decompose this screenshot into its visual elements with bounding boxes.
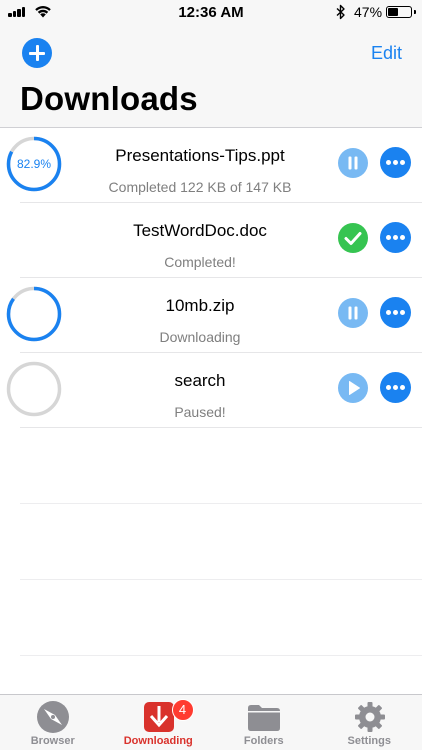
download-row[interactable]: TestWordDoc.doc Completed!	[0, 203, 422, 278]
bluetooth-icon	[336, 4, 345, 20]
download-row[interactable]: search Paused!	[0, 353, 422, 428]
downloading-badge: 4	[171, 699, 194, 721]
empty-row	[0, 580, 422, 656]
tab-settings[interactable]: Settings	[317, 695, 422, 750]
status-bar: 12:36 AM 47%	[0, 0, 422, 24]
download-row[interactable]: 82.9% Presentations-Tips.ppt Completed 1…	[0, 128, 422, 203]
more-icon	[386, 310, 391, 315]
tab-folders[interactable]: Folders	[211, 695, 317, 750]
plus-circle-icon[interactable]	[22, 38, 52, 68]
more-options-button[interactable]	[380, 372, 411, 403]
tab-bar: Browser 4 Downloading Folders Settings	[0, 694, 422, 750]
edit-button[interactable]: Edit	[371, 43, 402, 64]
tab-browser[interactable]: Browser	[0, 695, 106, 750]
pause-button[interactable]	[338, 298, 368, 328]
compass-icon	[37, 701, 69, 733]
battery-percent: 47%	[354, 4, 383, 20]
file-name: search	[174, 371, 226, 390]
tab-label: Settings	[347, 735, 391, 747]
download-status: Paused!	[174, 404, 226, 420]
page-title: Downloads	[20, 80, 198, 117]
gear-icon	[354, 702, 385, 732]
empty-row	[0, 504, 422, 580]
pause-button[interactable]	[338, 148, 368, 178]
tab-label: Browser	[30, 735, 75, 747]
more-options-button[interactable]	[380, 297, 411, 328]
folder-icon	[248, 705, 280, 731]
download-status: Completed!	[164, 254, 236, 270]
progress-percent: 82.9%	[16, 157, 52, 171]
play-button[interactable]	[338, 373, 368, 403]
file-name: Presentations-Tips.ppt	[115, 146, 285, 165]
progress-ring	[6, 286, 62, 342]
pause-icon	[348, 156, 358, 170]
more-options-button[interactable]	[380, 222, 411, 253]
empty-row	[0, 428, 422, 504]
progress-ring	[6, 361, 62, 417]
download-row[interactable]: 10mb.zip Downloading	[0, 278, 422, 353]
tab-label: Folders	[243, 735, 284, 747]
downloads-list: 82.9% Presentations-Tips.ppt Completed 1…	[0, 128, 422, 656]
more-options-button[interactable]	[380, 147, 411, 178]
tab-downloading[interactable]: 4 Downloading	[106, 695, 212, 750]
download-status: Downloading	[159, 329, 241, 345]
download-icon	[143, 702, 174, 732]
more-icon	[386, 385, 391, 390]
download-status: Completed 122 KB of 147 KB	[108, 179, 292, 195]
more-icon	[386, 235, 391, 240]
play-icon	[349, 381, 360, 395]
more-icon	[386, 160, 391, 165]
file-name: TestWordDoc.doc	[133, 221, 267, 240]
tab-label: Downloading	[123, 735, 193, 747]
file-name: 10mb.zip	[165, 296, 235, 315]
navigation-header: Edit Downloads	[0, 24, 422, 128]
completed-indicator	[338, 223, 368, 253]
battery-icon	[386, 6, 416, 18]
checkmark-icon	[344, 232, 362, 245]
pause-icon	[348, 306, 358, 320]
